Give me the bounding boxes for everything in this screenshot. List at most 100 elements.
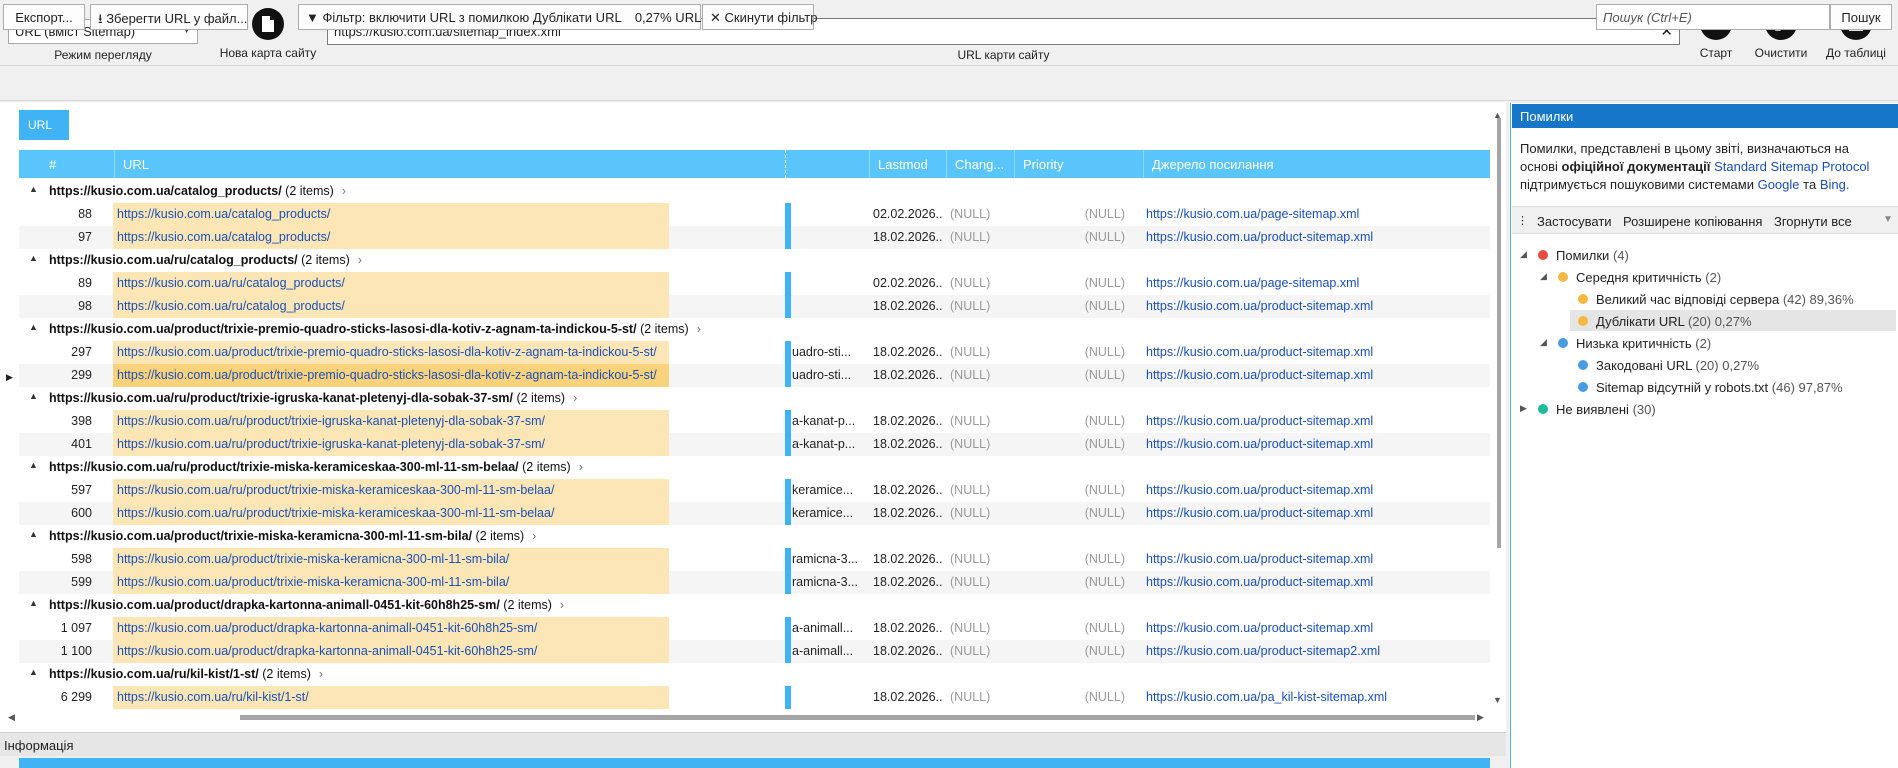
link-source-cell[interactable]: https://kusio.com.ua/product-sitemap.xml xyxy=(1143,571,1503,594)
group-row[interactable]: ▲ https://kusio.com.ua/catalog_products/ … xyxy=(19,180,1490,203)
bing-link[interactable]: Bing. xyxy=(1820,177,1850,192)
group-count: (2 items) xyxy=(503,598,552,612)
link-source-cell[interactable]: https://kusio.com.ua/product-sitemap.xml xyxy=(1143,433,1503,456)
table-row[interactable]: 1 100 https://kusio.com.ua/product/drapka… xyxy=(19,640,1490,663)
link-source-cell[interactable]: https://kusio.com.ua/product-sitemap2.xm… xyxy=(1143,640,1503,663)
url-cell[interactable]: https://kusio.com.ua/ru/product/trixie-i… xyxy=(113,433,669,456)
scroll-left-icon[interactable]: ◀ xyxy=(8,712,15,723)
link-source-cell[interactable]: https://kusio.com.ua/page-sitemap.xml xyxy=(1143,203,1503,226)
lastmod-cell: 18.02.2026... xyxy=(873,621,942,635)
scroll-right-icon[interactable]: ▶ xyxy=(1477,712,1484,723)
dropdown-icon[interactable]: ▼ xyxy=(1883,214,1893,225)
link-source-cell[interactable]: https://kusio.com.ua/product-sitemap.xml xyxy=(1143,479,1503,502)
group-count: (2 items) xyxy=(522,460,571,474)
search-button[interactable]: Пошук xyxy=(1830,4,1892,30)
column-header-number[interactable]: # xyxy=(19,150,114,178)
group-row[interactable]: ▲ https://kusio.com.ua/ru/catalog_product… xyxy=(19,249,1490,272)
expand-toggle-icon[interactable]: ◢ xyxy=(1540,271,1547,282)
collapse-icon[interactable]: ▲ xyxy=(29,460,38,470)
more-vertical-icon[interactable]: ⋮ xyxy=(1517,214,1528,227)
collapse-icon[interactable]: ▲ xyxy=(29,529,38,539)
table-row[interactable]: 599 https://kusio.com.ua/product/trixie-m… xyxy=(19,571,1490,594)
table-row[interactable]: 1 097 https://kusio.com.ua/product/drapka… xyxy=(19,617,1490,640)
link-source-cell[interactable]: https://kusio.com.ua/product-sitemap.xml xyxy=(1143,410,1503,433)
google-link[interactable]: Google xyxy=(1758,177,1800,192)
sitemap-protocol-link[interactable]: Standard Sitemap Protocol xyxy=(1714,159,1869,174)
group-row[interactable]: ▲ https://kusio.com.ua/product/trixie-pre… xyxy=(19,318,1490,341)
collapse-icon[interactable]: ▲ xyxy=(29,253,38,263)
tab-url[interactable]: URL xyxy=(19,110,69,140)
export-button[interactable]: Експорт... xyxy=(3,4,85,30)
column-header-lastmod[interactable]: Lastmod xyxy=(869,150,946,178)
url-cell[interactable]: https://kusio.com.ua/product/trixie-prem… xyxy=(113,364,669,387)
collapse-icon[interactable]: ▲ xyxy=(29,598,38,608)
group-row[interactable]: ▲ https://kusio.com.ua/ru/product/trixie-… xyxy=(19,456,1490,479)
link-source-cell[interactable]: https://kusio.com.ua/product-sitemap.xml xyxy=(1143,226,1503,249)
table-row[interactable]: 597 https://kusio.com.ua/ru/product/trixi… xyxy=(19,479,1490,502)
url-cell[interactable]: https://kusio.com.ua/ru/product/trixie-m… xyxy=(113,502,669,525)
expand-toggle-icon[interactable]: ▶ xyxy=(1520,403,1527,414)
url-cell[interactable]: https://kusio.com.ua/product/trixie-misk… xyxy=(113,548,669,571)
url-cell[interactable]: https://kusio.com.ua/product/drapka-kart… xyxy=(113,640,669,663)
table-row[interactable]: 401 https://kusio.com.ua/ru/product/trixi… xyxy=(19,433,1490,456)
url-cell[interactable]: https://kusio.com.ua/catalog_products/ xyxy=(113,203,669,226)
table-row[interactable]: 297 https://kusio.com.ua/product/trixie-p… xyxy=(19,341,1490,364)
row-number: 598 xyxy=(71,552,92,566)
table-row[interactable]: 299 https://kusio.com.ua/product/trixie-p… xyxy=(19,364,1490,387)
table-row[interactable]: 89 https://kusio.com.ua/ru/catalog_produc… xyxy=(19,272,1490,295)
link-source-cell[interactable]: https://kusio.com.ua/page-sitemap.xml xyxy=(1143,272,1503,295)
column-header-path[interactable] xyxy=(785,150,869,178)
reset-filter-button[interactable]: ✕ Скинути фільтр xyxy=(702,4,818,30)
collapse-icon[interactable]: ▲ xyxy=(29,391,38,401)
table-row[interactable]: 398 https://kusio.com.ua/ru/product/trixi… xyxy=(19,410,1490,433)
table-row[interactable]: 98 https://kusio.com.ua/ru/catalog_produc… xyxy=(19,295,1490,318)
table-row[interactable]: 97 https://kusio.com.ua/catalog_products/… xyxy=(19,226,1490,249)
table-row[interactable]: 6 299 https://kusio.com.ua/ru/kil-kist/1-… xyxy=(19,686,1490,709)
scroll-down-icon[interactable]: ▼ xyxy=(1493,695,1502,705)
search-input[interactable]: Пошук (Ctrl+E) xyxy=(1596,4,1830,30)
save-urls-button[interactable]: ⭳ Зберегти URL у файл... xyxy=(90,4,248,30)
link-source-cell[interactable]: https://kusio.com.ua/product-sitemap.xml xyxy=(1143,295,1503,318)
expand-toggle-icon[interactable]: ◢ xyxy=(1520,249,1527,260)
url-cell[interactable]: https://kusio.com.ua/ru/kil-kist/1-st/ xyxy=(113,686,669,709)
collapse-icon[interactable]: ▲ xyxy=(29,667,38,677)
advanced-copy-button[interactable]: Розширене копіювання xyxy=(1623,214,1762,229)
url-cell[interactable]: https://kusio.com.ua/product/trixie-misk… xyxy=(113,571,669,594)
url-cell[interactable]: https://kusio.com.ua/ru/catalog_products… xyxy=(113,295,669,318)
path-cell: ramicna-3... xyxy=(792,552,858,566)
link-source-cell[interactable]: https://kusio.com.ua/product-sitemap.xml xyxy=(1143,617,1503,640)
group-row[interactable]: ▲ https://kusio.com.ua/product/trixie-mis… xyxy=(19,525,1490,548)
column-header-changefreq[interactable]: Chang... xyxy=(946,150,1014,178)
url-cell[interactable]: https://kusio.com.ua/product/drapka-kart… xyxy=(113,617,669,640)
table-row[interactable]: 598 https://kusio.com.ua/product/trixie-m… xyxy=(19,548,1490,571)
group-row[interactable]: ▲ https://kusio.com.ua/ru/product/trixie-… xyxy=(19,387,1490,410)
link-source-cell[interactable]: https://kusio.com.ua/product-sitemap.xml xyxy=(1143,364,1503,387)
link-source-cell[interactable]: https://kusio.com.ua/product-sitemap.xml xyxy=(1143,548,1503,571)
column-header-link-source[interactable]: Джерело посилання xyxy=(1143,150,1490,178)
url-cell[interactable]: https://kusio.com.ua/catalog_products/ xyxy=(113,226,669,249)
collapse-icon[interactable]: ▲ xyxy=(29,322,38,332)
collapse-icon[interactable]: ▲ xyxy=(29,184,38,194)
column-header-url[interactable]: URL xyxy=(114,150,785,178)
link-source-cell[interactable]: https://kusio.com.ua/pa_kil-kist-sitemap… xyxy=(1143,686,1503,709)
chevron-right-icon: › xyxy=(578,460,583,474)
url-cell[interactable]: https://kusio.com.ua/ru/product/trixie-i… xyxy=(113,410,669,433)
horizontal-scrollbar-thumb[interactable] xyxy=(240,715,1475,720)
table-row[interactable]: 88 https://kusio.com.ua/catalog_products/… xyxy=(19,203,1490,226)
expand-toggle-icon[interactable]: ◢ xyxy=(1540,337,1547,348)
table-row[interactable]: 600 https://kusio.com.ua/ru/product/trixi… xyxy=(19,502,1490,525)
collapse-all-button[interactable]: Згорнути все xyxy=(1774,214,1852,229)
link-source-cell[interactable]: https://kusio.com.ua/product-sitemap.xml xyxy=(1143,341,1503,364)
group-row[interactable]: ▲ https://kusio.com.ua/product/drapka-kar… xyxy=(19,594,1490,617)
url-cell[interactable]: https://kusio.com.ua/ru/product/trixie-m… xyxy=(113,479,669,502)
vertical-scrollbar-thumb[interactable] xyxy=(1497,118,1501,548)
apply-button[interactable]: Застосувати xyxy=(1537,214,1612,229)
link-source-cell[interactable]: https://kusio.com.ua/product-sitemap.xml xyxy=(1143,502,1503,525)
group-row[interactable]: ▲ https://kusio.com.ua/ru/kil-kist/1-st/ … xyxy=(19,663,1490,686)
column-header-priority[interactable]: Priority xyxy=(1014,150,1143,178)
path-cell xyxy=(790,203,864,226)
active-filter[interactable]: ▼ Фільтр: включити URL з помилкою Дублік… xyxy=(298,4,708,30)
url-cell[interactable]: https://kusio.com.ua/ru/catalog_products… xyxy=(113,272,669,295)
info-panel-header[interactable]: Інформація xyxy=(0,732,1506,756)
url-cell[interactable]: https://kusio.com.ua/product/trixie-prem… xyxy=(113,341,669,364)
